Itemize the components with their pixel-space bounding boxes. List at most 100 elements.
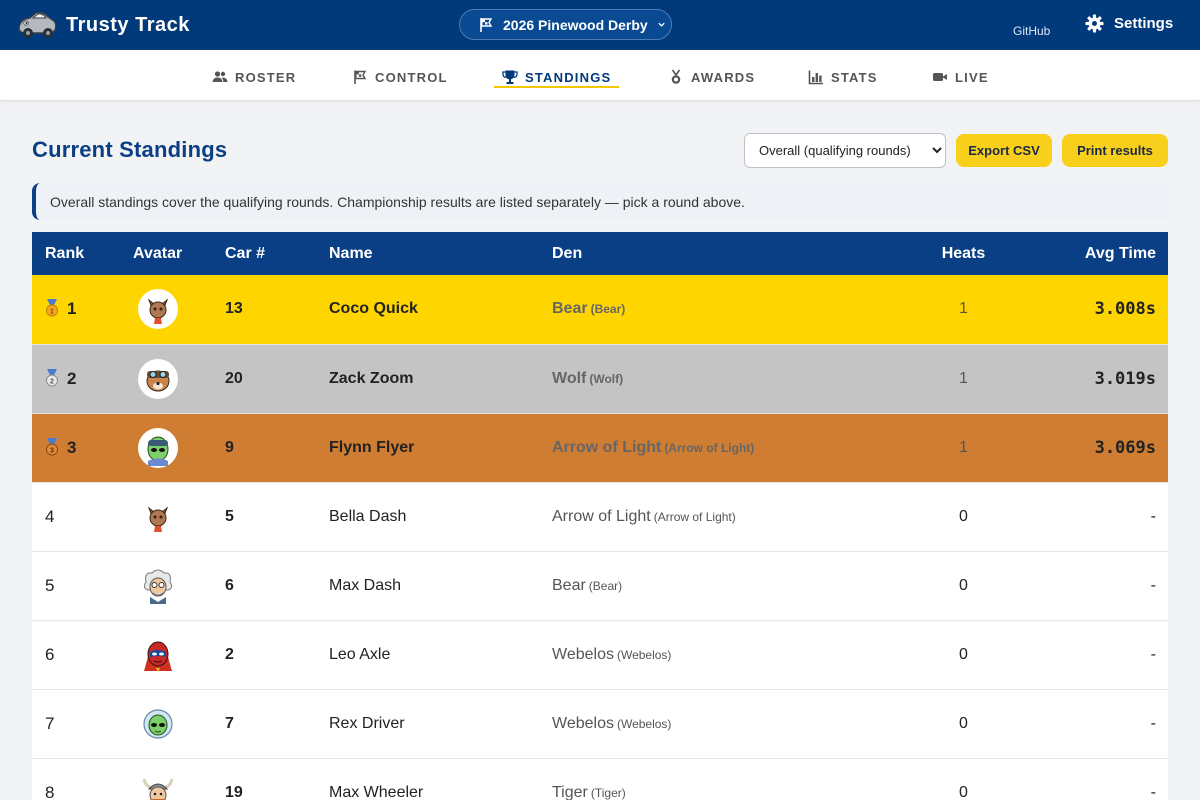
rank-value: 5: [45, 575, 55, 595]
header-den[interactable]: Den: [539, 232, 895, 275]
avatar-cell: [120, 758, 212, 800]
tab-control-label: CONTROL: [375, 69, 448, 85]
rank-cell: 2 2: [32, 344, 120, 413]
heats-count: 1: [959, 369, 968, 387]
table-row[interactable]: 3 3 9 Flynn Flyer Arrow of Light (Arrow o…: [32, 413, 1168, 482]
alien-avatar-icon: [143, 708, 173, 739]
tab-standings-label: STANDINGS: [525, 69, 612, 85]
app-name: Trusty Track: [66, 13, 190, 36]
racer-name[interactable]: Max Dash: [316, 551, 539, 620]
den-cell: Bear (Bear): [539, 275, 895, 344]
den-cell: Bear (Bear): [539, 551, 895, 620]
heats-count: 0: [959, 576, 968, 594]
racer-name[interactable]: Max Wheeler: [316, 758, 539, 800]
header-heats[interactable]: Heats: [895, 232, 1032, 275]
table-row[interactable]: 2 2 20 Zack Zoom Wolf (Wolf) 1 3.019s: [32, 344, 1168, 413]
racer-name[interactable]: Coco Quick: [316, 275, 539, 344]
rank-value: 6: [45, 644, 55, 664]
car-number: 5: [225, 507, 234, 525]
den-name: Webelos: [552, 645, 614, 663]
silver-medal-icon: 2: [46, 368, 58, 386]
settings-label: Settings: [1114, 15, 1174, 32]
den-sub: (Webelos): [616, 647, 672, 662]
den-cell: Webelos (Webelos): [539, 620, 895, 689]
table-row[interactable]: 6 2 Leo Axle Webelos (Webelos) 0 -: [32, 620, 1168, 689]
den-sub: (Webelos): [616, 716, 672, 731]
bronze-medal-icon: 3: [46, 437, 58, 455]
rank-value: 8: [45, 782, 55, 800]
svg-text:3: 3: [50, 447, 54, 454]
cat-avatar-icon: [147, 505, 169, 532]
table-row[interactable]: 7 7 Rex Driver Webelos (Webelos) 0 -: [32, 689, 1168, 758]
tab-live-label: LIVE: [955, 69, 989, 85]
event-name: 2026 Pinewood Derby: [503, 16, 648, 33]
avg-time: -: [1150, 576, 1156, 594]
round-select[interactable]: Overall (qualifying rounds): [744, 133, 946, 168]
tab-awards[interactable]: AWARDS: [668, 65, 755, 89]
github-link[interactable]: GitHub: [1013, 24, 1050, 38]
den-sub: (Bear): [588, 578, 623, 593]
avatar-cell: [120, 551, 212, 620]
dog-pilot-avatar-icon: [138, 358, 178, 399]
heats-count: 1: [959, 300, 968, 318]
den-sub: (Arrow of Light): [653, 509, 736, 524]
print-results-button[interactable]: Print results: [1062, 134, 1168, 167]
den-cell: Webelos (Webelos): [539, 689, 895, 758]
avatar-cell: [120, 482, 212, 551]
table-row[interactable]: 1 1 13 Coco Quick Bear (Bear) 1 3.008s: [32, 275, 1168, 344]
active-tab-indicator: [494, 86, 619, 88]
tab-stats[interactable]: STATS: [808, 65, 878, 89]
tab-roster[interactable]: ROSTER: [212, 65, 296, 89]
header-avatar: Avatar: [133, 244, 183, 262]
heats-count: 0: [959, 783, 968, 800]
den-name: Webelos: [552, 714, 614, 732]
header-avg-time[interactable]: Avg Time: [1032, 232, 1168, 275]
event-selector[interactable]: 2026 Pinewood Derby: [459, 9, 672, 40]
den-name: Bear: [552, 576, 586, 594]
car-number: 7: [225, 714, 234, 732]
avg-time: 3.019s: [1094, 368, 1156, 389]
brand[interactable]: Trusty Track: [16, 8, 190, 42]
table-row[interactable]: 4 5 Bella Dash Arrow of Light (Arrow of L…: [32, 482, 1168, 551]
heats-count: 0: [959, 507, 968, 525]
svg-text:2: 2: [50, 378, 54, 385]
avg-time: -: [1150, 645, 1156, 663]
settings-button[interactable]: Settings: [1085, 14, 1173, 33]
den-cell: Arrow of Light (Arrow of Light): [539, 482, 895, 551]
den-cell: Arrow of Light (Arrow of Light): [539, 413, 895, 482]
cat-avatar-icon: [138, 289, 178, 330]
superhero-avatar-icon: [144, 641, 172, 672]
den-name: Arrow of Light: [552, 438, 662, 456]
export-csv-button[interactable]: Export CSV: [956, 134, 1052, 167]
table-row[interactable]: 8 19 Max Wheeler Tiger (Tiger) 0 -: [32, 758, 1168, 800]
den-sub: (Wolf): [589, 371, 624, 386]
page-title: Current Standings: [32, 137, 228, 162]
alien-avatar-icon: [138, 427, 178, 468]
scientist-avatar-icon: [143, 569, 173, 604]
tab-control[interactable]: CONTROL: [352, 65, 448, 89]
racer-name[interactable]: Bella Dash: [316, 482, 539, 551]
den-name: Wolf: [552, 369, 587, 387]
car-number: 2: [225, 645, 234, 663]
tab-live[interactable]: LIVE: [932, 65, 989, 89]
heats-count: 1: [959, 438, 968, 456]
racer-name[interactable]: Leo Axle: [316, 620, 539, 689]
gear-icon: [1085, 14, 1104, 33]
rank-value: 7: [45, 713, 55, 733]
avatar-cell: [120, 275, 212, 344]
car-number: 13: [225, 300, 243, 318]
racer-name[interactable]: Rex Driver: [316, 689, 539, 758]
car-number: 19: [225, 783, 243, 800]
table-row[interactable]: 5 6 Max Dash Bear (Bear) 0 -: [32, 551, 1168, 620]
header-name[interactable]: Name: [316, 232, 539, 275]
den-sub: (Tiger): [590, 785, 626, 800]
car-number: 20: [225, 369, 243, 387]
avatar-cell: [120, 344, 212, 413]
trophy-icon: [502, 70, 518, 84]
bar-chart-icon: [808, 70, 823, 85]
header-car[interactable]: Car #: [212, 232, 316, 275]
den-name: Bear: [552, 300, 588, 318]
header-rank[interactable]: Rank: [32, 232, 120, 275]
racer-name[interactable]: Zack Zoom: [316, 344, 539, 413]
racer-name[interactable]: Flynn Flyer: [316, 413, 539, 482]
